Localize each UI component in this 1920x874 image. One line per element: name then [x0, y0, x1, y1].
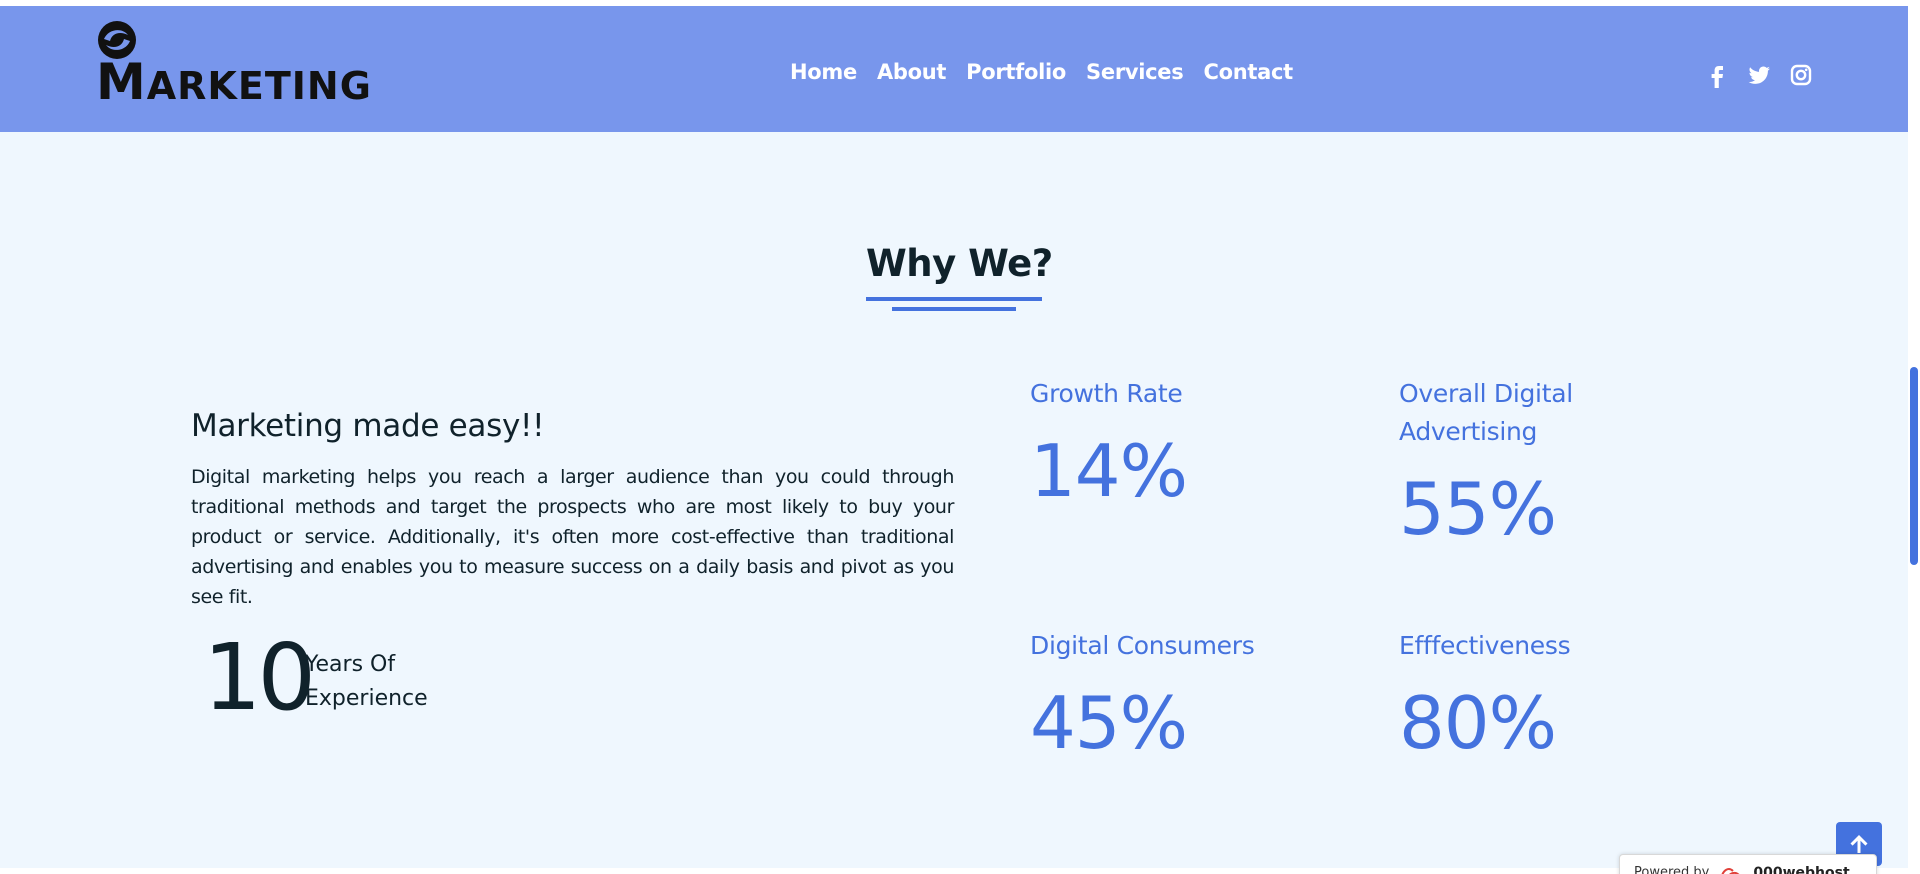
host-logo-icon — [1721, 868, 1740, 874]
intro-paragraph: Digital marketing helps you reach a larg… — [191, 466, 954, 608]
stat-value: 55% — [1399, 467, 1557, 551]
powered-by-prefix: Powered by — [1634, 865, 1710, 874]
stat-label: Overall Digital Advertising — [1399, 379, 1573, 446]
stat-effectiveness: Efffectiveness 80% — [1399, 627, 1699, 759]
brand-rest: ARKETING — [146, 64, 372, 108]
intro-heading: Marketing made easy!! — [191, 408, 545, 444]
brand-logo[interactable]: MARKETING — [96, 15, 371, 115]
stat-overall-digital-advertising: Overall Digital Advertising 55% — [1399, 375, 1699, 545]
page: MARKETING Home About Portfolio Services … — [0, 0, 1920, 874]
instagram-icon[interactable] — [1788, 62, 1814, 88]
arrow-up-icon — [1850, 835, 1868, 853]
main-nav: Home About Portfolio Services Contact — [790, 60, 1293, 84]
powered-by-host: 000webhost — [1753, 865, 1850, 874]
experience-label-line1: Years Of — [305, 652, 396, 677]
intro-block: Marketing made easy!! Digital marketing … — [191, 408, 954, 612]
stat-label: Efffectiveness — [1399, 631, 1571, 660]
nav-contact[interactable]: Contact — [1203, 60, 1293, 84]
brand-initial: M — [96, 53, 147, 111]
stat-label: Digital Consumers — [1030, 631, 1255, 660]
stat-label: Growth Rate — [1030, 379, 1183, 408]
why-we-section: Why We? Marketing made easy!! Digital ma… — [0, 132, 1908, 868]
brand-wordmark: MARKETING — [96, 57, 372, 107]
nav-about[interactable]: About — [877, 60, 947, 84]
experience-number: 10 — [203, 624, 316, 731]
title-underline-short — [892, 307, 1016, 311]
social-links — [1704, 62, 1814, 88]
nav-home[interactable]: Home — [790, 60, 857, 84]
stat-value: 14% — [1030, 429, 1188, 513]
experience-counter: 10 Years Of Experience — [203, 632, 463, 742]
site-header: MARKETING Home About Portfolio Services … — [0, 6, 1908, 132]
scrollbar-thumb[interactable] — [1910, 367, 1918, 565]
stat-growth-rate: Growth Rate 14% — [1030, 375, 1330, 507]
nav-portfolio[interactable]: Portfolio — [966, 60, 1066, 84]
title-underline — [866, 297, 1042, 301]
experience-label-line2: Experience — [305, 686, 428, 711]
twitter-icon[interactable] — [1746, 62, 1772, 88]
nav-services[interactable]: Services — [1086, 60, 1184, 84]
stat-value: 80% — [1399, 681, 1557, 765]
experience-label: Years Of Experience — [305, 648, 428, 716]
stat-value: 45% — [1030, 681, 1188, 765]
stat-digital-consumers: Digital Consumers 45% — [1030, 627, 1330, 759]
facebook-icon[interactable] — [1704, 62, 1730, 88]
powered-by-badge[interactable]: Powered by 000webhost — [1619, 854, 1877, 874]
vertical-scrollbar[interactable] — [1908, 0, 1920, 874]
section-title: Why We? — [866, 242, 1053, 285]
